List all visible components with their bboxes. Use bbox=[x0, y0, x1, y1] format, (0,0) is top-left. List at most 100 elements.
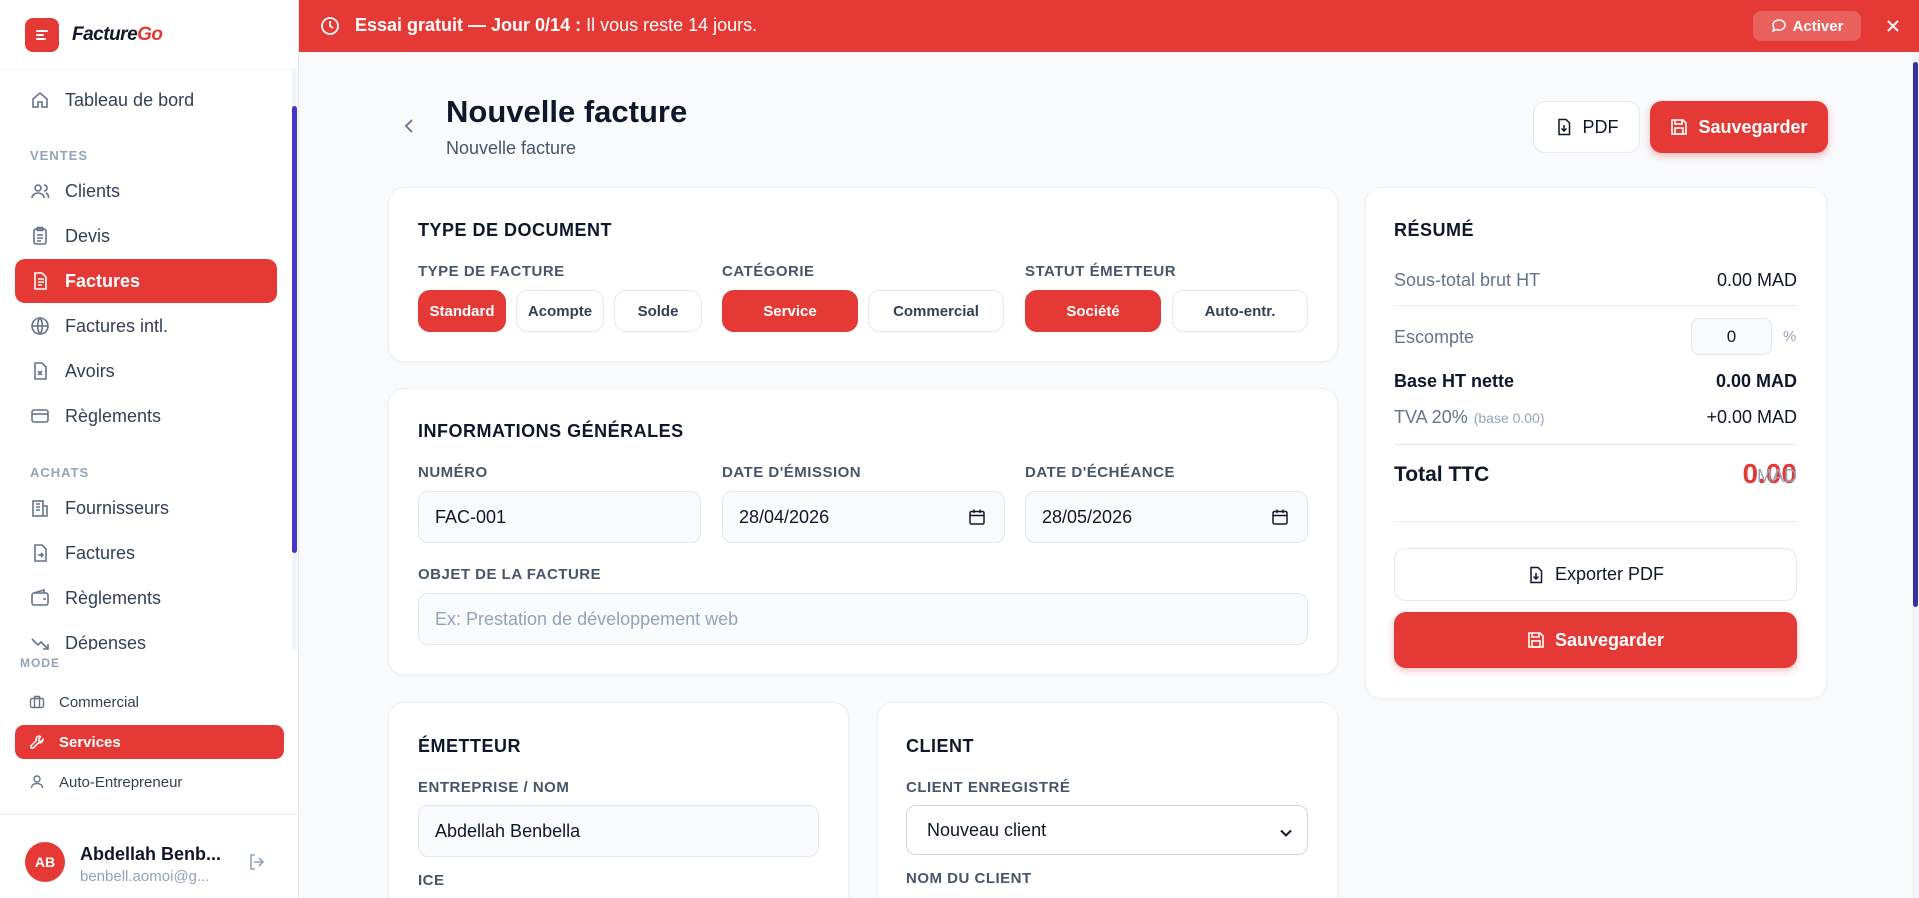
logo-icon bbox=[25, 17, 59, 52]
sidebar-item-suppliers[interactable]: Fournisseurs bbox=[15, 486, 277, 530]
user-name: Abdellah Benb... bbox=[80, 844, 222, 864]
invoice-type-deposit[interactable]: Acompte bbox=[516, 290, 604, 332]
net-base-value: 0.00 MAD bbox=[1715, 371, 1797, 391]
sidebar-item-expenses[interactable]: Dépenses bbox=[15, 621, 277, 650]
sidebar-item-label: Avoirs bbox=[65, 360, 115, 381]
credit-card-icon bbox=[30, 406, 50, 426]
subtotal-label: Sous-total brut HT bbox=[1394, 270, 1541, 290]
user-profile: AB Abdellah Benb... benbell.aomoi@g... bbox=[0, 814, 299, 898]
issuer-status-auto-entrepreneur[interactable]: Auto-entr. bbox=[1172, 290, 1308, 332]
sidebar-item-credit-notes[interactable]: Avoirs bbox=[15, 349, 277, 393]
page-title: Nouvelle facture bbox=[446, 94, 688, 129]
document-type-title: TYPE DE DOCUMENT bbox=[418, 220, 613, 240]
summary-title: RÉSUMÉ bbox=[1394, 220, 1475, 240]
discount-input[interactable]: 0 bbox=[1691, 318, 1772, 355]
mode-item-commercial[interactable]: Commercial bbox=[15, 685, 284, 719]
main-scrollbar-thumb[interactable] bbox=[1913, 62, 1918, 607]
sidebar-item-label: Factures bbox=[65, 270, 141, 291]
trial-message: Essai gratuit — Jour 0/14 : Il vous rest… bbox=[355, 15, 758, 35]
sidebar-item-payments[interactable]: Règlements bbox=[15, 394, 277, 438]
total-currency: MAD bbox=[1757, 466, 1797, 486]
activate-button[interactable]: Activer bbox=[1753, 11, 1861, 41]
sidebar-item-dashboard[interactable]: Tableau de bord bbox=[15, 80, 277, 122]
company-label: ENTREPRISE / NOM bbox=[418, 779, 570, 796]
close-icon[interactable] bbox=[1882, 15, 1904, 37]
divider bbox=[1394, 444, 1797, 445]
back-icon[interactable] bbox=[400, 116, 420, 136]
issuer-status-company[interactable]: Société bbox=[1025, 290, 1161, 332]
issuer-card bbox=[388, 702, 849, 898]
sidebar: FactureGo Tableau de bord VENTES Clients… bbox=[0, 0, 299, 898]
sidebar-item-purchase-payments[interactable]: Règlements bbox=[15, 576, 277, 620]
sidebar-item-label: Clients bbox=[65, 180, 121, 201]
category-service[interactable]: Service bbox=[722, 290, 858, 332]
user-icon bbox=[29, 774, 45, 790]
divider bbox=[1394, 521, 1797, 522]
save-icon bbox=[1671, 119, 1688, 135]
discount-unit: % bbox=[1783, 328, 1797, 345]
sidebar-item-clients[interactable]: Clients bbox=[15, 169, 277, 213]
avatar[interactable]: AB bbox=[25, 842, 65, 882]
company-input[interactable]: Abdellah Benbella bbox=[418, 805, 819, 857]
home-icon bbox=[30, 90, 50, 110]
chevron-down-icon bbox=[1279, 824, 1293, 838]
invoice-type-standard[interactable]: Standard bbox=[418, 290, 506, 332]
save-button[interactable]: Sauvegarder bbox=[1650, 101, 1828, 153]
due-date-label: DATE D'ÉCHÉANCE bbox=[1025, 464, 1175, 481]
divider bbox=[1394, 305, 1797, 306]
mode-item-label: Services bbox=[59, 733, 121, 751]
pdf-button[interactable]: PDF bbox=[1533, 101, 1640, 153]
client-name-label: NOM DU CLIENT bbox=[906, 870, 1032, 887]
sidebar-item-quotes[interactable]: Devis bbox=[15, 214, 277, 258]
client-title: CLIENT bbox=[906, 736, 974, 756]
file-x-icon bbox=[30, 361, 50, 381]
sidebar-section-sales: VENTES bbox=[30, 148, 89, 163]
sidebar-item-invoices[interactable]: Factures bbox=[15, 259, 277, 303]
export-pdf-button[interactable]: Exporter PDF bbox=[1394, 548, 1797, 601]
brand-logo[interactable]: FactureGo bbox=[0, 0, 298, 70]
sidebar-item-label: Tableau de bord bbox=[65, 89, 195, 110]
invoice-type-balance[interactable]: Solde bbox=[614, 290, 702, 332]
invoice-icon bbox=[30, 271, 50, 291]
wrench-icon bbox=[29, 734, 45, 750]
issue-date-input[interactable]: 28/04/2026 bbox=[722, 491, 1005, 543]
sidebar-item-label: Fournisseurs bbox=[65, 497, 170, 518]
mode-item-services[interactable]: Services bbox=[15, 725, 284, 759]
saved-client-select[interactable]: Nouveau client bbox=[906, 805, 1308, 855]
ice-label: ICE bbox=[418, 872, 445, 889]
save-icon bbox=[1528, 632, 1544, 648]
object-input[interactable]: Ex: Prestation de développement web bbox=[418, 593, 1308, 645]
sidebar-scrollbar-thumb[interactable] bbox=[292, 106, 297, 553]
sidebar-item-purchase-invoices[interactable]: Factures bbox=[15, 531, 277, 575]
main-scrollbar[interactable] bbox=[1912, 52, 1919, 898]
summary-save-button[interactable]: Sauvegarder bbox=[1394, 612, 1797, 668]
mode-section-label: MODE bbox=[20, 656, 60, 670]
clock-icon bbox=[319, 15, 341, 37]
logout-icon[interactable] bbox=[246, 851, 268, 873]
message-icon bbox=[1771, 19, 1786, 33]
number-input[interactable]: FAC-001 bbox=[418, 491, 701, 543]
sidebar-item-label: Factures bbox=[65, 542, 136, 563]
calendar-icon[interactable] bbox=[968, 508, 986, 526]
trending-down-icon bbox=[30, 633, 50, 650]
object-label: OBJET DE LA FACTURE bbox=[418, 566, 602, 583]
net-base-label: Base HT nette bbox=[1394, 371, 1515, 391]
sidebar-item-label: Règlements bbox=[65, 405, 162, 426]
sidebar-item-label: Factures intl. bbox=[65, 315, 169, 336]
vat-label: TVA 20% (base 0.00) bbox=[1394, 407, 1545, 427]
sidebar-section-purchases: ACHATS bbox=[30, 465, 90, 480]
mode-item-label: Auto-Entrepreneur bbox=[59, 773, 183, 791]
sidebar-nav: Tableau de bord VENTES Clients Devis Fac… bbox=[0, 80, 290, 650]
due-date-input[interactable]: 28/05/2026 bbox=[1025, 491, 1308, 543]
number-label: NUMÉRO bbox=[418, 464, 488, 481]
client-card bbox=[877, 702, 1338, 898]
file-download-icon bbox=[1530, 566, 1543, 583]
calendar-icon[interactable] bbox=[1271, 508, 1289, 526]
sidebar-item-label: Devis bbox=[65, 225, 111, 246]
sidebar-item-intl-invoices[interactable]: Factures intl. bbox=[15, 304, 277, 348]
users-icon bbox=[30, 181, 50, 201]
mode-item-auto-entrepreneur[interactable]: Auto-Entrepreneur bbox=[15, 765, 284, 799]
category-commercial[interactable]: Commercial bbox=[868, 290, 1004, 332]
discount-label: Escompte bbox=[1394, 327, 1475, 347]
general-info-title: INFORMATIONS GÉNÉRALES bbox=[418, 421, 684, 441]
